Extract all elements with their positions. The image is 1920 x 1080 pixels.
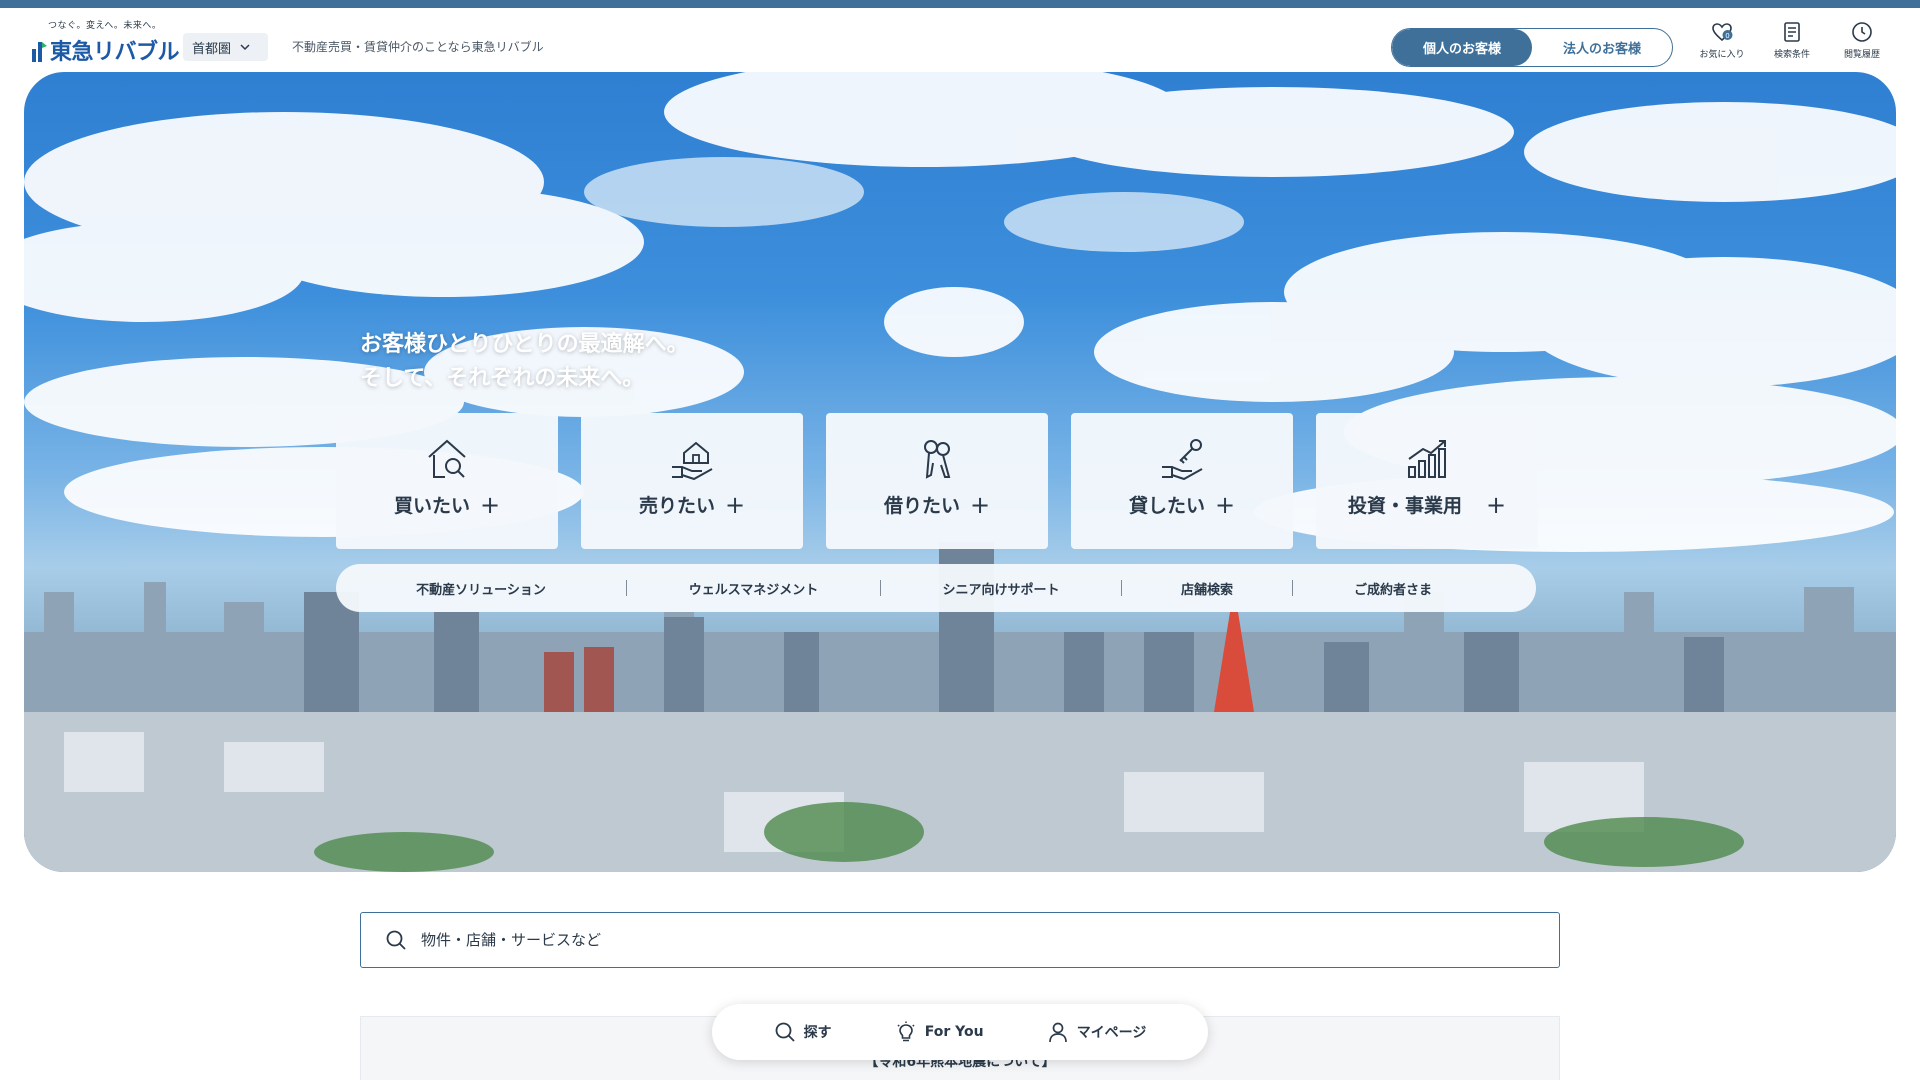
- heart-icon: 0: [1712, 23, 1733, 42]
- plus-icon: +: [724, 490, 746, 519]
- house-search-icon: [428, 439, 466, 478]
- favorites-count: 0: [1725, 32, 1729, 40]
- chevron-down-icon: [240, 44, 250, 51]
- card-rent-label: 借りたい: [883, 495, 960, 517]
- tab-corporate[interactable]: 法人のお客様: [1532, 29, 1672, 66]
- tab-personal[interactable]: 個人のお客様: [1392, 29, 1532, 66]
- brand-logo[interactable]: つなぐ。変えへ。未来へ。 東急リバブル: [30, 18, 180, 68]
- customer-type-toggle: 個人のお客様 法人のお客様: [1391, 28, 1673, 67]
- logo-mark-icon: [32, 42, 47, 62]
- search-input[interactable]: [421, 931, 1521, 949]
- brand-name: 東急リバブル: [50, 40, 180, 65]
- bottom-nav-search-label: 探す: [803, 1025, 832, 1041]
- bottom-floating-nav: 探す For You マイページ: [712, 1004, 1208, 1060]
- bar-chart-growth-icon: [1408, 440, 1446, 478]
- favorites-label: お気に入り: [1699, 50, 1745, 60]
- search-icon: [775, 1022, 795, 1042]
- service-subnav: 不動産ソリューション ウェルスマネジメント シニア向けサポート 店舗検索 ご成約…: [336, 564, 1536, 612]
- user-icon: [1048, 1022, 1067, 1043]
- plus-icon: +: [1214, 490, 1236, 519]
- keys-icon: [924, 440, 951, 479]
- top-accent-strip: [0, 0, 1920, 8]
- card-investment-label: 投資・事業用: [1347, 495, 1462, 517]
- card-lease[interactable]: 貸したい +: [1071, 413, 1293, 549]
- subnav-senior-support[interactable]: シニア向けサポート: [881, 579, 1121, 598]
- site-search: [360, 912, 1560, 968]
- utility-nav: 0 お気に入り 検索条件 閲覧履歴: [1694, 20, 1890, 60]
- card-buy[interactable]: 買いたい +: [336, 413, 558, 549]
- bottom-nav-for-you[interactable]: For You: [895, 1021, 984, 1043]
- search-icon: [386, 930, 406, 950]
- bottom-nav-search[interactable]: 探す: [774, 1021, 832, 1043]
- clock-icon: [1852, 22, 1872, 42]
- service-cards: 買いたい + 売りたい + 借りたい + 貸したい + 投資・事業用 +: [336, 413, 1538, 549]
- subnav-contracted-customers[interactable]: ご成約者さま: [1293, 579, 1493, 598]
- hero-headline: お客様ひとりひとりの最適解へ。 そして、それぞれの未来へ。: [360, 328, 689, 396]
- bottom-nav-for-you-label: For You: [924, 1024, 984, 1040]
- bottom-nav-mypage[interactable]: マイページ: [1047, 1021, 1147, 1043]
- hero-headline-line-1: お客様ひとりひとりの最適解へ。: [360, 332, 689, 357]
- card-sell-label: 売りたい: [638, 495, 715, 517]
- card-buy-label: 買いたい: [393, 495, 470, 517]
- subnav-real-estate-solution[interactable]: 不動産ソリューション: [336, 579, 626, 598]
- plus-icon: +: [479, 490, 501, 519]
- subnav-store-search[interactable]: 店舗検索: [1122, 579, 1292, 598]
- bottom-nav-mypage-label: マイページ: [1076, 1025, 1147, 1041]
- region-select-value: 首都圏: [192, 41, 232, 57]
- site-header: つなぐ。変えへ。未来へ。 東急リバブル 首都圏 不動産売買・賃貸仲介のことなら東…: [0, 8, 1920, 72]
- brand-tagline: つなぐ。変えへ。未来へ。: [48, 21, 162, 31]
- plus-icon: +: [1485, 490, 1507, 519]
- plus-icon: +: [969, 490, 991, 519]
- hand-house-icon: [672, 441, 713, 481]
- card-lease-label: 貸したい: [1128, 495, 1205, 517]
- history-button[interactable]: 閲覧履歴: [1834, 20, 1890, 60]
- search-conditions-label: 検索条件: [1773, 50, 1810, 60]
- card-sell[interactable]: 売りたい +: [581, 413, 803, 549]
- favorites-button[interactable]: 0 お気に入り: [1694, 20, 1750, 60]
- lightbulb-icon: [897, 1021, 915, 1042]
- document-list-icon: [1784, 22, 1800, 42]
- history-label: 閲覧履歴: [1843, 50, 1880, 60]
- subnav-wealth-management[interactable]: ウェルスマネジメント: [627, 579, 880, 598]
- region-select[interactable]: 首都圏: [183, 33, 268, 61]
- hand-key-icon: [1162, 439, 1203, 481]
- card-rent[interactable]: 借りたい +: [826, 413, 1048, 549]
- card-investment[interactable]: 投資・事業用 +: [1316, 413, 1538, 549]
- header-tagline: 不動産売買・賃貸仲介のことなら東急リバブル: [292, 40, 544, 54]
- hero-headline-line-2: そして、それぞれの未来へ。: [360, 366, 645, 391]
- search-conditions-button[interactable]: 検索条件: [1764, 20, 1820, 60]
